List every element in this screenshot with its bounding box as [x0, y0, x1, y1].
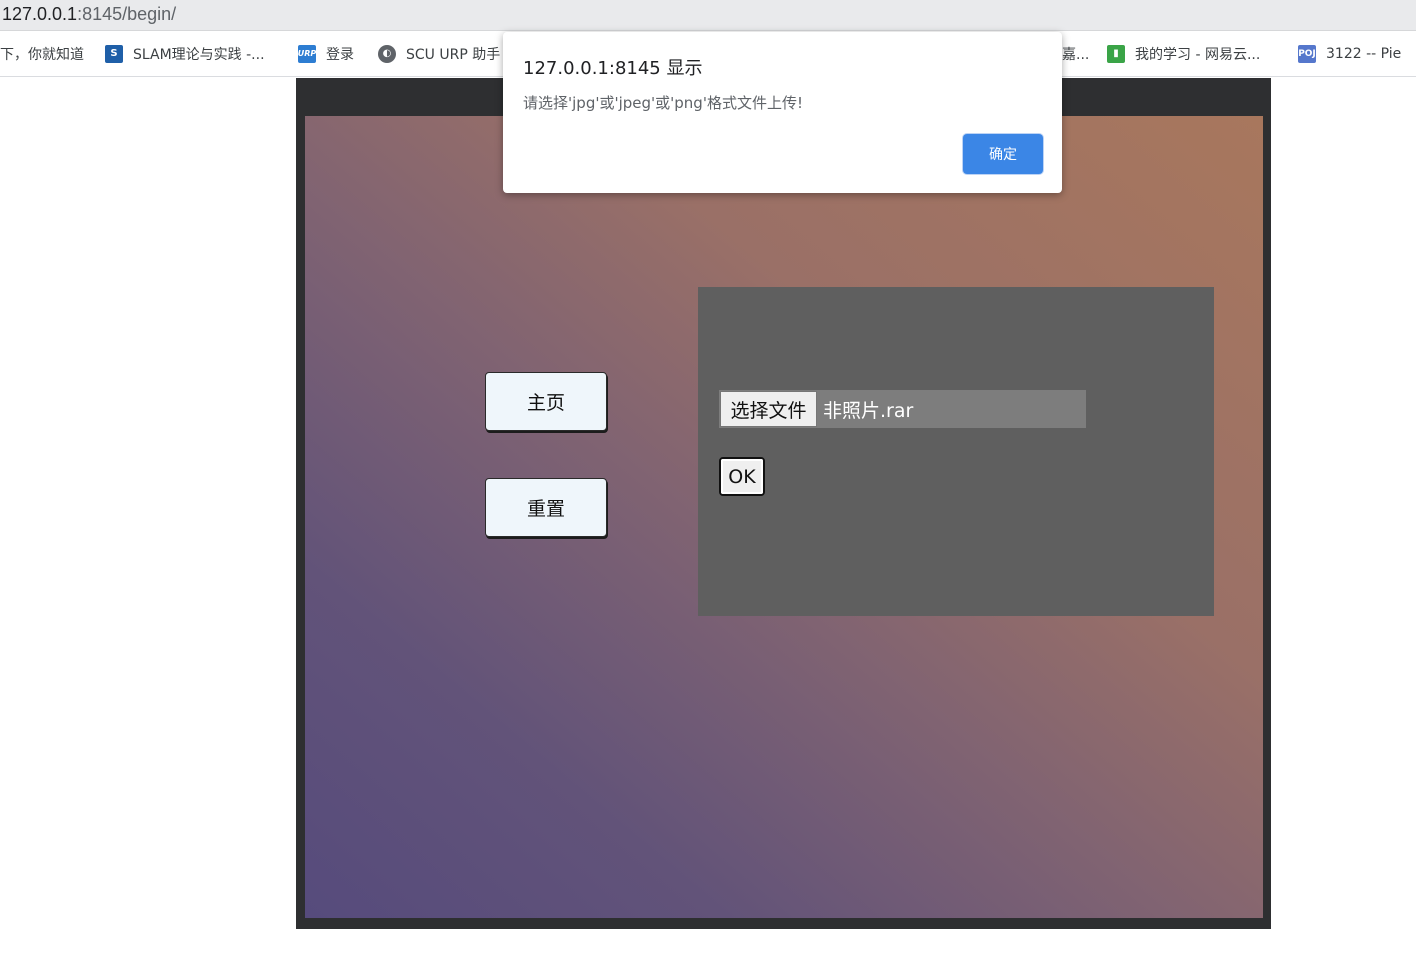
bookmark-item[interactable]: 嘉...: [1062, 31, 1089, 76]
dialog-title: 127.0.0.1:8145 显示: [523, 58, 703, 79]
reset-button[interactable]: 重置: [485, 478, 607, 537]
choose-file-button[interactable]: 选择文件: [720, 391, 817, 427]
upload-panel: [698, 287, 1214, 616]
confirm-button[interactable]: 确定: [963, 134, 1043, 174]
poj-logo-icon: POJ: [1298, 44, 1316, 63]
file-input[interactable]: 选择文件 非照片.rar: [719, 390, 1086, 428]
submit-button[interactable]: OK: [719, 457, 765, 496]
book-icon: ▮: [1107, 44, 1125, 63]
bookmark-item[interactable]: URP 登录: [298, 31, 354, 76]
bookmark-label: SCU URP 助手: [406, 46, 501, 63]
bookmark-label: 3122 -- Pie: [1326, 45, 1402, 62]
dialog-message: 请选择'jpg'或'jpeg'或'png'格式文件上传!: [523, 94, 803, 112]
bookmark-label: SLAM理论与实践 -...: [133, 46, 265, 63]
bookmark-item[interactable]: ▮ 我的学习 - 网易云...: [1107, 31, 1260, 76]
bookmark-item[interactable]: POJ 3122 -- Pie: [1298, 31, 1401, 76]
bookmark-label: 我的学习 - 网易云...: [1135, 46, 1261, 63]
url-path: :8145/begin/: [77, 4, 177, 24]
bookmark-label: 嘉...: [1062, 46, 1090, 63]
alert-dialog: 127.0.0.1:8145 显示 请选择'jpg'或'jpeg'或'png'格…: [503, 32, 1062, 193]
selected-file-name: 非照片.rar: [823, 399, 914, 422]
home-button[interactable]: 主页: [485, 372, 607, 431]
url-text[interactable]: 127.0.0.1:8145/begin/: [2, 0, 176, 28]
s-logo-icon: S: [105, 44, 123, 63]
globe-icon: ◐: [378, 44, 396, 63]
bookmark-item[interactable]: S SLAM理论与实践 -...: [105, 31, 265, 76]
urp-logo-icon: URP: [298, 44, 316, 63]
url-host: 127.0.0.1: [2, 4, 78, 24]
address-bar[interactable]: 127.0.0.1:8145/begin/: [0, 0, 1416, 31]
bookmark-label: 登录: [326, 46, 354, 63]
bookmark-item[interactable]: ◐ SCU URP 助手: [378, 31, 500, 76]
bookmark-item[interactable]: 下，你就知道: [0, 31, 84, 76]
bookmark-label: 下，你就知道: [0, 46, 84, 63]
